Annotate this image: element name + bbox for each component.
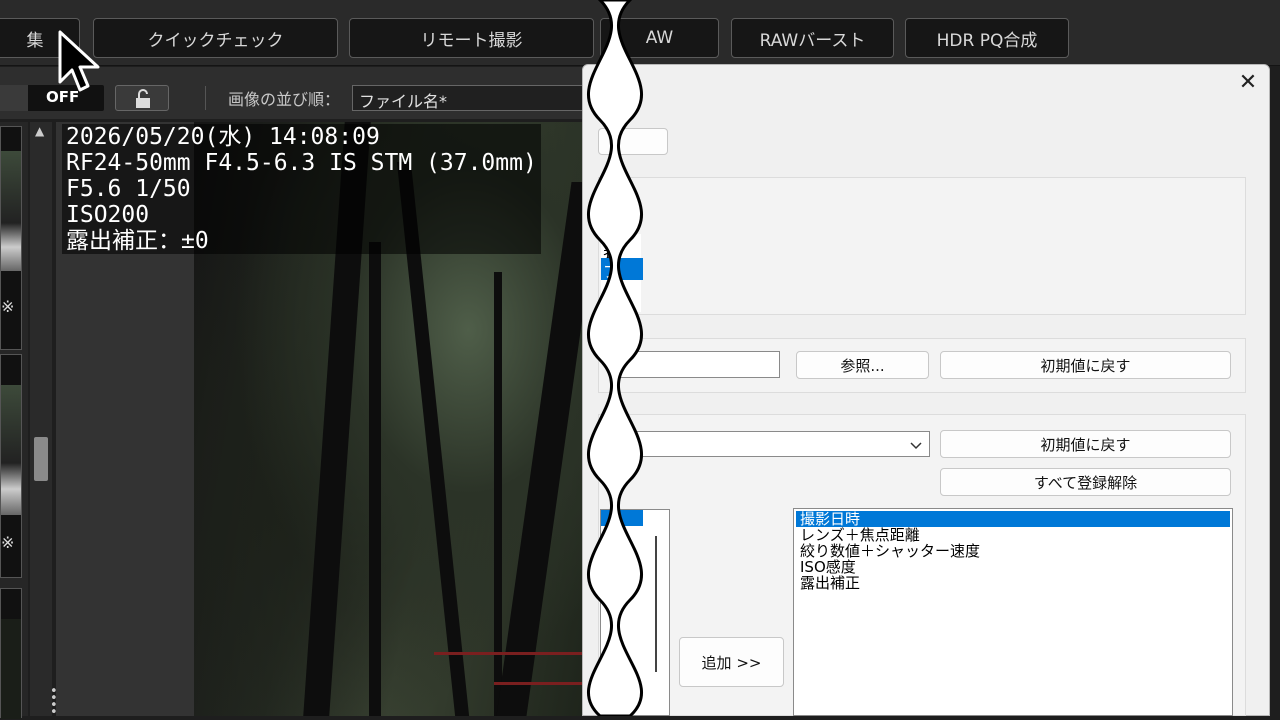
toolbar-button-label: リモート撮影 bbox=[420, 30, 523, 51]
selected-items-list[interactable]: 撮影日時 レンズ＋焦点距離 絞り数値＋シャッター速度 ISO感度 露出補正 bbox=[793, 508, 1233, 716]
toolbar-button-remote-shooting[interactable]: リモート撮影 bbox=[349, 18, 594, 58]
toolbar-button-raw-burst[interactable]: RAWバースト bbox=[731, 18, 894, 58]
selected-item[interactable]: ISO感度 bbox=[796, 559, 1230, 575]
thumbnail-item[interactable] bbox=[0, 588, 22, 719]
toolbar-button-quick-check[interactable]: クイックチェック bbox=[93, 18, 338, 58]
reset-info-button[interactable]: 初期値に戻す bbox=[940, 430, 1231, 458]
thumbnail-strip: ※ ※ bbox=[0, 122, 28, 719]
exif-overlay: 2026/05/20(水) 14:08:09 RF24-50mm F4.5-6.… bbox=[62, 124, 541, 254]
wavy-cut-divider bbox=[586, 0, 644, 716]
thumbnail-image bbox=[1, 151, 21, 271]
edit-mark-icon: ※ bbox=[1, 297, 15, 316]
thumbnail-image bbox=[1, 385, 21, 515]
mouse-cursor-icon bbox=[58, 30, 100, 92]
exif-aperture-shutter: F5.6 1/50 bbox=[66, 176, 191, 202]
toolbar-button-label: クイックチェック bbox=[147, 30, 284, 51]
thumbnail-item[interactable]: ※ bbox=[0, 126, 22, 350]
thumbnail-image bbox=[1, 619, 21, 719]
scrollbar-thumb[interactable] bbox=[34, 437, 48, 481]
selected-item[interactable]: 撮影日時 bbox=[796, 511, 1230, 527]
selected-item[interactable]: 露出補正 bbox=[796, 575, 1230, 591]
add-button[interactable]: 追加 >> bbox=[679, 637, 784, 687]
reset-folder-button[interactable]: 初期値に戻す bbox=[940, 351, 1231, 379]
chevron-down-icon bbox=[910, 442, 922, 450]
thumbnail-scrollbar[interactable] bbox=[30, 122, 52, 716]
unlock-icon bbox=[136, 89, 150, 108]
unregister-all-button[interactable]: すべて登録解除 bbox=[940, 468, 1231, 496]
edit-mark-icon: ※ bbox=[1, 533, 15, 552]
browse-button[interactable]: 参照... bbox=[796, 351, 929, 379]
thumbnail-item[interactable]: ※ bbox=[0, 354, 22, 578]
lock-button[interactable] bbox=[115, 85, 169, 111]
exif-iso: ISO200 bbox=[66, 202, 150, 228]
toolbar-button-label: 集 bbox=[26, 30, 44, 51]
selected-item[interactable]: 絞り数値＋シャッター速度 bbox=[796, 543, 1230, 559]
toolbar-button-hdr-pq[interactable]: HDR PQ合成 bbox=[905, 18, 1069, 58]
exif-exposure-comp: 露出補正：±0 bbox=[66, 228, 209, 254]
exif-lens: RF24-50mm F4.5-6.3 IS STM (37.0mm) bbox=[66, 150, 537, 176]
exif-datetime: 2026/05/20(水) 14:08:09 bbox=[66, 124, 380, 150]
sort-order-label: 画像の並び順： bbox=[228, 90, 341, 109]
close-icon[interactable]: ✕ bbox=[1236, 70, 1260, 96]
separator bbox=[205, 86, 206, 110]
selected-item[interactable]: レンズ＋焦点距離 bbox=[796, 527, 1230, 543]
scroll-up-icon[interactable]: ▲ bbox=[35, 124, 44, 138]
toolbar-button-label: HDR PQ合成 bbox=[936, 30, 1038, 51]
filter-toggle-knob bbox=[0, 85, 28, 111]
display-group: 表 プ bbox=[598, 177, 1246, 315]
sort-order-select[interactable]: ファイル名* bbox=[352, 85, 592, 111]
toolbar-button-label: RAWバースト bbox=[759, 30, 866, 51]
